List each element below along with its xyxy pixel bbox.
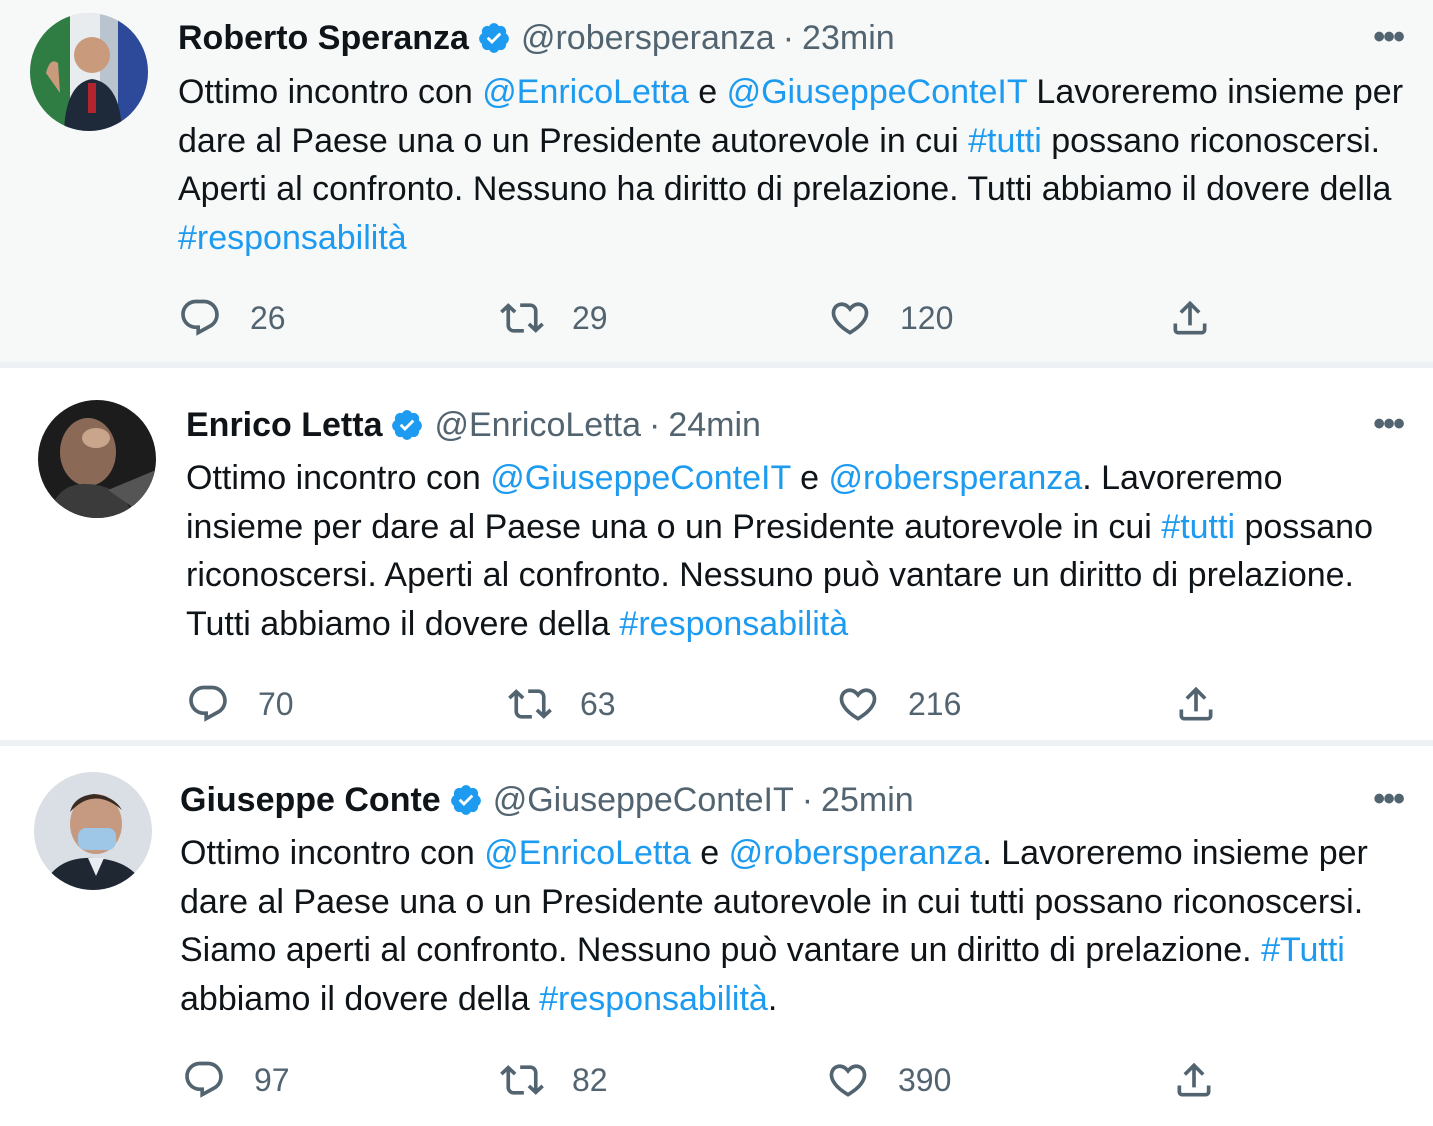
like-button[interactable]: 120 [828, 296, 953, 340]
timestamp[interactable]: 24min [668, 405, 761, 445]
tweet-actions: 70 63 216 [186, 682, 1286, 726]
author-handle[interactable]: @EnricoLetta [434, 405, 641, 445]
author-handle[interactable]: @robersperanza [521, 18, 775, 58]
share-icon [1179, 686, 1213, 721]
tweet-actions: 26 29 120 [178, 296, 1278, 340]
share-icon [1173, 300, 1207, 335]
text-segment: Ottimo incontro con [186, 459, 491, 497]
avatar[interactable] [30, 13, 148, 131]
hashtag-link[interactable]: #tutti [968, 122, 1042, 160]
more-options-icon[interactable]: ••• [1373, 18, 1405, 57]
more-options-icon[interactable]: ••• [1373, 780, 1405, 819]
like-count: 120 [900, 300, 954, 336]
timestamp[interactable]: 23min [802, 18, 895, 58]
retweet-count: 63 [580, 686, 616, 722]
mention-link[interactable]: @robersperanza [729, 834, 983, 872]
mention-link[interactable]: @robersperanza [828, 459, 1082, 497]
retweet-icon [500, 1065, 544, 1095]
share-button[interactable] [1172, 1058, 1244, 1102]
separator-dot: · [801, 781, 814, 819]
reply-count: 70 [258, 686, 294, 722]
retweet-icon [500, 303, 544, 333]
text-segment: e [790, 459, 829, 497]
reply-count: 26 [250, 300, 286, 336]
reply-button[interactable]: 70 [186, 682, 294, 726]
text-segment: . [767, 979, 778, 1018]
tweet-header: Roberto Speranza @robersperanza · 23min [178, 18, 895, 58]
like-button[interactable]: 390 [826, 1058, 951, 1102]
like-icon [831, 302, 869, 335]
author-handle[interactable]: @GiuseppeConteIT [493, 780, 794, 820]
text-segment: Ottimo incontro con [180, 834, 485, 872]
tweet-actions: 97 82 390 [182, 1058, 1282, 1102]
retweet-count: 82 [572, 1062, 608, 1098]
tweet-text: Ottimo incontro con @EnricoLetta e @robe… [180, 829, 1395, 1023]
mention-link[interactable]: @GiuseppeConteIT [490, 459, 790, 497]
tweet-robersperanza[interactable]: Roberto Speranza @robersperanza · 23min … [0, 0, 1433, 362]
more-options-icon[interactable]: ••• [1373, 405, 1405, 444]
hashtag-link[interactable]: #tutti [1161, 508, 1235, 546]
timestamp[interactable]: 25min [821, 780, 914, 820]
text-segment: e [688, 73, 727, 111]
tweet-text: Ottimo incontro con @EnricoLetta e @Gius… [178, 68, 1418, 262]
share-button[interactable] [1174, 682, 1246, 726]
verified-badge-icon [449, 783, 483, 817]
avatar[interactable] [34, 772, 152, 890]
tweet-enricoletta[interactable]: Enrico Letta @EnricoLetta · 24min ••• Ot… [0, 368, 1433, 740]
text-segment: Ottimo incontro con [178, 73, 483, 111]
tweet-text: Ottimo incontro con @GiuseppeConteIT e @… [186, 454, 1386, 648]
share-button[interactable] [1168, 296, 1240, 340]
share-icon [1177, 1062, 1211, 1097]
tweet-header: Giuseppe Conte @GiuseppeConteIT · 25min [180, 780, 914, 820]
reply-icon [185, 1061, 223, 1098]
reply-icon [189, 685, 227, 722]
retweet-button[interactable]: 63 [508, 682, 616, 726]
text-segment: abbiamo il dovere della [180, 979, 540, 1018]
reply-button[interactable]: 97 [182, 1058, 290, 1102]
reply-icon [181, 299, 219, 336]
text-segment: e [690, 834, 729, 872]
author-name[interactable]: Giuseppe Conte [180, 780, 441, 820]
verified-badge-icon [477, 21, 511, 55]
like-icon [829, 1064, 867, 1097]
mention-link[interactable]: @GiuseppeConteIT [727, 73, 1027, 111]
hashtag-link[interactable]: #responsabilità [619, 605, 848, 643]
like-button[interactable]: 216 [836, 682, 961, 726]
reply-button[interactable]: 26 [178, 296, 286, 340]
hashtag-link[interactable]: #responsabilità [178, 219, 407, 257]
author-name[interactable]: Roberto Speranza [178, 18, 469, 58]
retweet-button[interactable]: 82 [500, 1058, 608, 1102]
separator-dot: · [782, 19, 795, 57]
separator-dot: · [649, 406, 661, 444]
retweet-icon [508, 689, 552, 719]
verified-badge-icon [390, 408, 424, 442]
like-count: 216 [908, 686, 962, 722]
author-name[interactable]: Enrico Letta [186, 405, 382, 445]
mention-link[interactable]: @EnricoLetta [484, 834, 691, 872]
tweet-giuseppeconteit[interactable]: Giuseppe Conte @GiuseppeConteIT · 25min … [0, 746, 1433, 1126]
avatar[interactable] [38, 400, 156, 518]
tweet-header: Enrico Letta @EnricoLetta · 24min [186, 405, 761, 445]
like-icon [839, 688, 877, 721]
hashtag-link[interactable]: #Tutti [1261, 931, 1345, 969]
mention-link[interactable]: @EnricoLetta [482, 73, 689, 111]
reply-count: 97 [254, 1062, 290, 1098]
retweet-count: 29 [572, 300, 608, 336]
retweet-button[interactable]: 29 [500, 296, 608, 340]
like-count: 390 [898, 1062, 952, 1098]
hashtag-link[interactable]: #responsabilità [539, 980, 768, 1018]
